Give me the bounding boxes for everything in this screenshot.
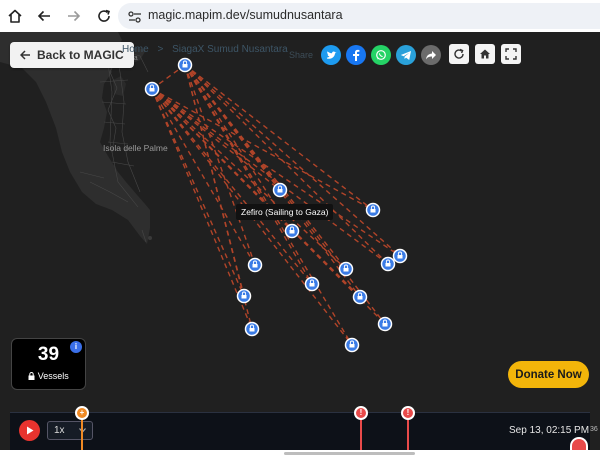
vessel-marker[interactable] <box>247 257 263 273</box>
timeline-event-marker-red[interactable]: ! <box>354 406 368 420</box>
timeline-datetime: Sep 13, 02:15 PM <box>509 425 590 436</box>
fullscreen-icon[interactable] <box>501 44 521 64</box>
system-bottom-bar <box>0 450 600 457</box>
home-icon[interactable] <box>4 5 26 27</box>
breadcrumb-separator: > <box>157 44 164 55</box>
speed-select[interactable]: 1x <box>47 421 93 440</box>
timeline-edge-marker[interactable] <box>570 437 588 450</box>
speed-value: 1x <box>54 425 65 436</box>
map-view[interactable]: Augusta Isola delle Palme Back to MAGIC … <box>0 32 600 450</box>
timeline-edge-label: 36 <box>590 426 598 433</box>
info-icon[interactable]: i <box>70 341 82 353</box>
back-to-magic-label: Back to MAGIC <box>37 48 124 62</box>
back-arrow-icon <box>20 50 30 60</box>
place-label-isola-delle-palme: Isola delle Palme <box>103 143 168 153</box>
url-text[interactable]: magic.mapim.dev/sumudnusantara <box>148 8 343 22</box>
vessel-marker[interactable] <box>304 276 320 292</box>
vessel-label: Vessels <box>37 371 69 381</box>
share-label: Share <box>289 50 314 60</box>
vessel-marker[interactable] <box>177 57 193 73</box>
home-icon[interactable] <box>475 44 495 64</box>
browser-toolbar: magic.mapim.dev/sumudnusantara <box>0 0 600 32</box>
vessel-marker[interactable] <box>352 289 368 305</box>
lock-icon <box>28 372 35 380</box>
vessel-marker[interactable] <box>284 223 300 239</box>
timeline-bar[interactable]: 1x + ! ! Sep 13, 02:15 PM <box>10 406 590 450</box>
timeline-event-marker-red[interactable]: ! <box>401 406 415 420</box>
vessel-marker[interactable] <box>144 81 160 97</box>
vessel-tooltip: Zefiro (Sailing to Gaza) <box>236 204 334 220</box>
facebook-icon[interactable] <box>346 45 366 65</box>
forward-arrow-icon[interactable] <box>63 5 85 27</box>
breadcrumb-current: SiagaX Sumud Nusantara <box>172 44 288 55</box>
vessel-marker[interactable] <box>236 288 252 304</box>
vessel-marker[interactable] <box>272 182 288 198</box>
breadcrumb-home[interactable]: Home <box>122 44 149 55</box>
small-island <box>148 236 152 240</box>
vessel-marker[interactable] <box>380 256 396 272</box>
breadcrumb: Home > SiagaX Sumud Nusantara <box>122 44 288 55</box>
map-canvas[interactable]: Augusta Isola delle Palme <box>0 32 600 450</box>
vessel-marker[interactable] <box>365 202 381 218</box>
home-indicator[interactable] <box>284 452 415 455</box>
donate-now-button[interactable]: Donate Now <box>508 361 589 388</box>
vessel-marker[interactable] <box>344 337 360 353</box>
reload-icon[interactable] <box>93 5 115 27</box>
refresh-icon[interactable] <box>449 44 469 64</box>
telegram-icon[interactable] <box>396 45 416 65</box>
vessel-count-card[interactable]: 39 Vessels i <box>11 338 86 390</box>
twitter-icon[interactable] <box>321 45 341 65</box>
vessel-marker[interactable] <box>392 248 408 264</box>
back-arrow-icon[interactable] <box>33 5 55 27</box>
vessel-marker[interactable] <box>244 321 260 337</box>
timeline-event-marker-orange[interactable]: + <box>75 406 89 420</box>
play-icon <box>26 426 33 435</box>
vessel-marker[interactable] <box>377 316 393 332</box>
share-icon[interactable] <box>421 45 441 65</box>
vessel-marker[interactable] <box>338 261 354 277</box>
back-to-magic-button[interactable]: Back to MAGIC <box>10 42 134 68</box>
site-settings-icon[interactable] <box>128 10 142 28</box>
play-button[interactable] <box>19 420 40 441</box>
whatsapp-icon[interactable] <box>371 45 391 65</box>
vessel-label-row: Vessels <box>12 371 85 381</box>
